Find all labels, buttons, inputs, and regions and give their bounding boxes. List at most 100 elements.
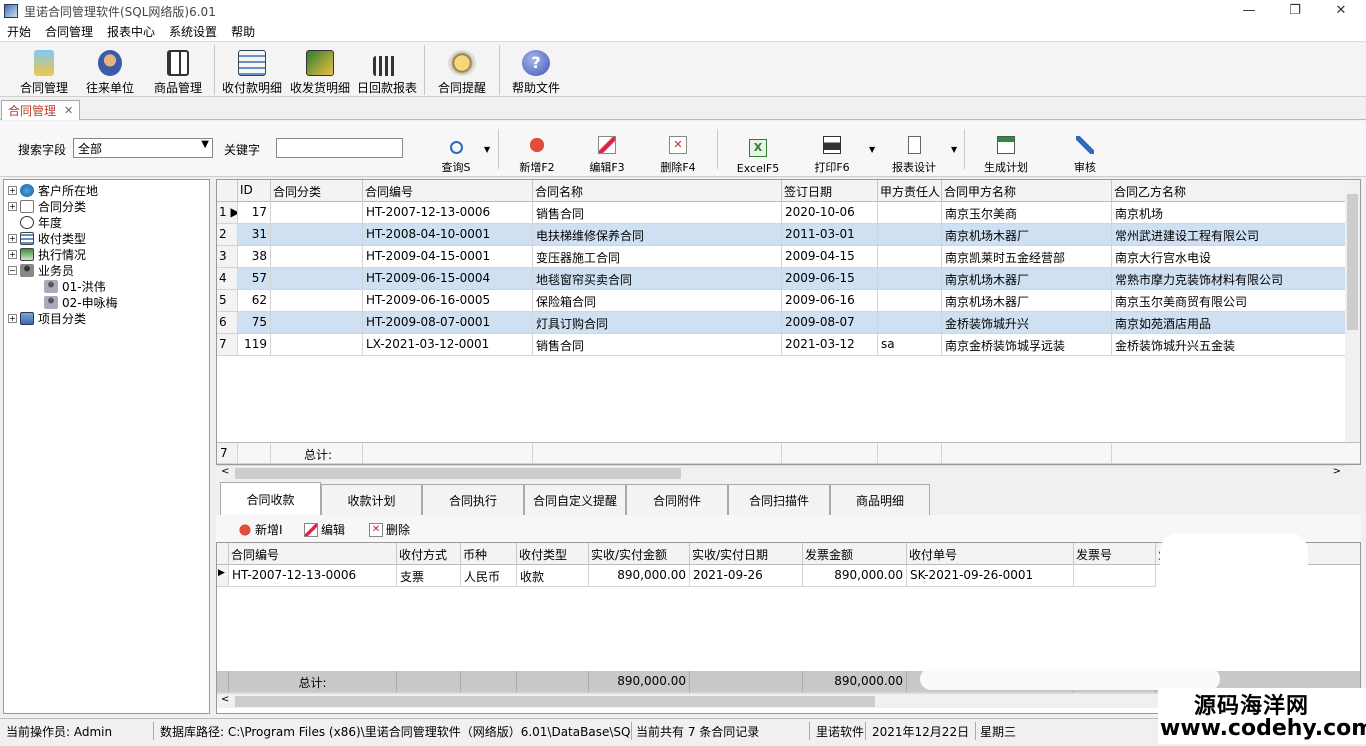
- report-dropdown-icon[interactable]: ▼: [951, 145, 957, 154]
- table-cell[interactable]: 南京玉尔美商: [942, 202, 1112, 224]
- table-cell[interactable]: 电扶梯维修保养合同: [533, 224, 782, 246]
- query-dropdown-icon[interactable]: ▼: [484, 145, 490, 154]
- table-cell[interactable]: [878, 290, 942, 312]
- row-header[interactable]: 7: [217, 334, 238, 356]
- table-cell[interactable]: [271, 268, 363, 290]
- table-cell[interactable]: [271, 224, 363, 246]
- table-cell[interactable]: HT-2008-04-10-0001: [363, 224, 533, 246]
- column-header[interactable]: 收付单号: [907, 543, 1074, 565]
- scroll-left-icon[interactable]: <: [221, 694, 229, 705]
- table-cell[interactable]: 890,000.00: [589, 565, 690, 587]
- table-cell[interactable]: 2009-04-15: [782, 246, 878, 268]
- category-tree[interactable]: + 客户所在地 + 合同分类 年度 + 收付类型 + 执行情况 − 业务员 01-洪伟 0…: [3, 179, 210, 714]
- tab-contract-management[interactable]: 合同管理 ✕: [1, 100, 81, 120]
- row-header[interactable]: 4: [217, 268, 238, 290]
- tree-node-year[interactable]: 年度: [20, 214, 62, 230]
- table-cell[interactable]: sa: [878, 334, 942, 356]
- contracts-horizontal-scrollbar[interactable]: < >: [217, 465, 1345, 480]
- toolbar-help-button[interactable]: ? 帮助文件: [508, 46, 564, 96]
- search-field-select[interactable]: 全部 ▼: [73, 138, 213, 158]
- column-header[interactable]: 发票金额: [803, 543, 907, 565]
- column-header[interactable]: 实收/实付日期: [690, 543, 803, 565]
- scrollbar-thumb[interactable]: [1347, 194, 1358, 330]
- table-cell[interactable]: 南京凯莱时五金经营部: [942, 246, 1112, 268]
- table-cell[interactable]: SK-2021-09-26-0001: [907, 565, 1074, 587]
- keyword-input[interactable]: [276, 138, 403, 158]
- row-header[interactable]: 5: [217, 290, 238, 312]
- column-header[interactable]: 合同编号: [363, 180, 533, 202]
- table-cell[interactable]: 38: [238, 246, 271, 268]
- delete-button[interactable]: ✕ 删除F4: [655, 129, 701, 175]
- table-cell[interactable]: 常熟市摩力克装饰材料有限公司: [1112, 268, 1360, 290]
- column-header[interactable]: 发票号: [1074, 543, 1156, 565]
- table-cell[interactable]: 2020-10-06: [782, 202, 878, 224]
- table-cell[interactable]: 南京金桥装饰城孚远装: [942, 334, 1112, 356]
- column-header[interactable]: 合同乙方名称: [1112, 180, 1360, 202]
- expand-icon[interactable]: +: [8, 313, 17, 323]
- expand-icon[interactable]: +: [8, 249, 17, 259]
- column-header[interactable]: 甲方责任人: [878, 180, 942, 202]
- table-cell[interactable]: 南京机场木器厂: [942, 224, 1112, 246]
- menu-report[interactable]: 报表中心: [100, 23, 162, 40]
- table-cell[interactable]: HT-2009-06-15-0004: [363, 268, 533, 290]
- toolbar-goods-button[interactable]: 商品管理: [150, 46, 206, 96]
- table-cell[interactable]: 890,000.00: [803, 565, 907, 587]
- tree-node-salesperson-01[interactable]: 01-洪伟: [44, 278, 106, 294]
- table-cell[interactable]: LX-2021-03-12-0001: [363, 334, 533, 356]
- tab-receipt-plan[interactable]: 收款计划: [321, 484, 422, 515]
- contracts-grid[interactable]: ID 合同分类 合同编号 合同名称 签订日期 甲方责任人 合同甲方名称 合同乙方名称 1 ▶ 17…: [216, 179, 1361, 465]
- table-cell[interactable]: 2021-09-26: [690, 565, 803, 587]
- tab-goods[interactable]: 商品明细: [830, 484, 930, 515]
- toolbar-reminder-button[interactable]: 合同提醒: [434, 46, 490, 96]
- table-cell[interactable]: [271, 290, 363, 312]
- column-header[interactable]: 实收/实付金额: [589, 543, 690, 565]
- row-header[interactable]: ▶: [217, 565, 229, 587]
- scroll-left-icon[interactable]: <: [221, 466, 229, 477]
- table-cell[interactable]: 119: [238, 334, 271, 356]
- table-cell[interactable]: HT-2007-12-13-0006: [363, 202, 533, 224]
- column-header[interactable]: 合同甲方名称: [942, 180, 1112, 202]
- detail-delete-button[interactable]: ✕ 删除: [369, 521, 410, 538]
- table-cell[interactable]: 金桥装饰城升兴五金装: [1112, 334, 1360, 356]
- column-header[interactable]: 合同编号: [229, 543, 397, 565]
- scroll-right-icon[interactable]: >: [1333, 466, 1341, 477]
- menu-settings[interactable]: 系统设置: [162, 23, 224, 40]
- table-cell[interactable]: 57: [238, 268, 271, 290]
- edit-button[interactable]: 编辑F3: [584, 129, 630, 175]
- menu-contract[interactable]: 合同管理: [38, 23, 100, 40]
- table-cell[interactable]: [271, 312, 363, 334]
- table-cell[interactable]: 保险箱合同: [533, 290, 782, 312]
- table-cell[interactable]: 2011-03-01: [782, 224, 878, 246]
- table-cell[interactable]: [271, 334, 363, 356]
- tab-receipts[interactable]: 合同收款: [220, 482, 321, 515]
- table-cell[interactable]: 南京大行宫水电设: [1112, 246, 1360, 268]
- table-cell[interactable]: [878, 268, 942, 290]
- table-cell[interactable]: 支票: [397, 565, 461, 587]
- row-header[interactable]: 6: [217, 312, 238, 334]
- table-cell[interactable]: 南京机场: [1112, 202, 1360, 224]
- table-cell[interactable]: [271, 246, 363, 268]
- row-header[interactable]: 2: [217, 224, 238, 246]
- table-cell[interactable]: [878, 246, 942, 268]
- detail-add-button[interactable]: 新增I: [238, 521, 283, 538]
- table-cell[interactable]: 17: [238, 202, 271, 224]
- table-cell[interactable]: HT-2009-08-07-0001: [363, 312, 533, 334]
- expand-icon[interactable]: +: [8, 233, 17, 243]
- table-cell[interactable]: 南京如苑酒店用品: [1112, 312, 1360, 334]
- scrollbar-thumb[interactable]: [235, 468, 681, 479]
- table-cell[interactable]: 销售合同: [533, 334, 782, 356]
- toolbar-shipment-detail-button[interactable]: 收发货明细: [288, 46, 352, 96]
- contracts-vertical-scrollbar[interactable]: [1345, 180, 1360, 442]
- approve-button[interactable]: 审核: [1068, 129, 1102, 175]
- toolbar-contract-button[interactable]: 合同管理: [16, 46, 72, 96]
- menu-help[interactable]: 帮助: [224, 23, 262, 40]
- report-design-button[interactable]: 报表设计: [886, 129, 942, 175]
- table-cell[interactable]: [878, 224, 942, 246]
- table-cell[interactable]: [878, 202, 942, 224]
- table-cell[interactable]: [1074, 565, 1156, 587]
- table-cell[interactable]: 收款: [517, 565, 589, 587]
- row-header[interactable]: 1 ▶: [217, 202, 238, 224]
- excel-button[interactable]: X ExcelF5: [733, 129, 783, 175]
- table-cell[interactable]: 销售合同: [533, 202, 782, 224]
- table-cell[interactable]: 2009-06-15: [782, 268, 878, 290]
